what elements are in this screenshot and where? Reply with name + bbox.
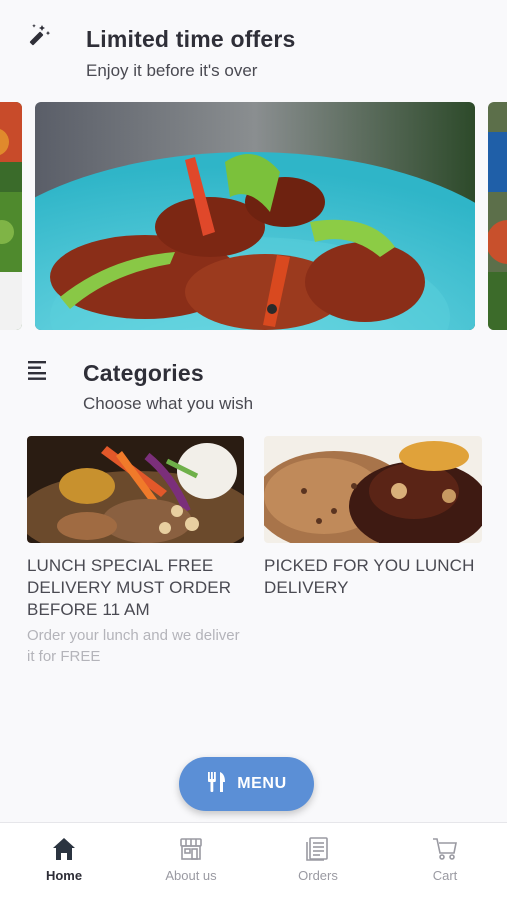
category-card-picked-for-you[interactable]: PICKED FOR YOU LUNCH DELIVERY [264,436,482,599]
receipt-icon [304,835,332,863]
nav-label-cart: Cart [432,868,458,883]
category-image [27,436,244,543]
list-icon [26,358,52,384]
nav-item-cart[interactable]: Cart [382,823,507,900]
menu-button[interactable]: MENU [179,757,314,811]
categories-subtitle: Choose what you wish [83,394,254,413]
nav-label-about-us: About us [165,868,217,883]
categories-header: Categories Choose what you wish [0,350,507,420]
offer-slide-previous[interactable] [0,102,22,330]
bottom-navigation: Home About us Orders Cart [0,822,507,900]
nav-item-orders[interactable]: Orders [255,823,381,900]
nav-item-home[interactable]: Home [1,823,127,900]
home-icon [50,835,78,863]
offers-carousel[interactable] [0,102,507,330]
offer-slide-next[interactable] [488,102,507,330]
magic-wand-icon [26,22,52,48]
category-title: PICKED FOR YOU LUNCH DELIVERY [264,556,475,597]
category-description: Order your lunch and we deliver it for F… [27,627,240,665]
nav-item-about-us[interactable]: About us [128,823,254,900]
offers-subtitle: Enjoy it before it's over [86,61,258,80]
category-title: LUNCH SPECIAL FREE DELIVERY MUST ORDER B… [27,556,232,619]
nav-label-orders: Orders [298,868,338,883]
cart-icon [431,835,459,863]
store-icon [177,835,205,863]
fork-knife-icon [206,770,228,799]
category-card-lunch-special[interactable]: LUNCH SPECIAL FREE DELIVERY MUST ORDER B… [27,436,244,667]
offer-slide-wings[interactable] [35,102,475,330]
category-image [264,436,482,543]
nav-label-home: Home [45,868,83,883]
offers-header: Limited time offers Enjoy it before it's… [0,16,507,86]
categories-title: Categories [83,360,204,386]
offers-title: Limited time offers [86,26,296,52]
menu-button-label: MENU [237,775,287,792]
